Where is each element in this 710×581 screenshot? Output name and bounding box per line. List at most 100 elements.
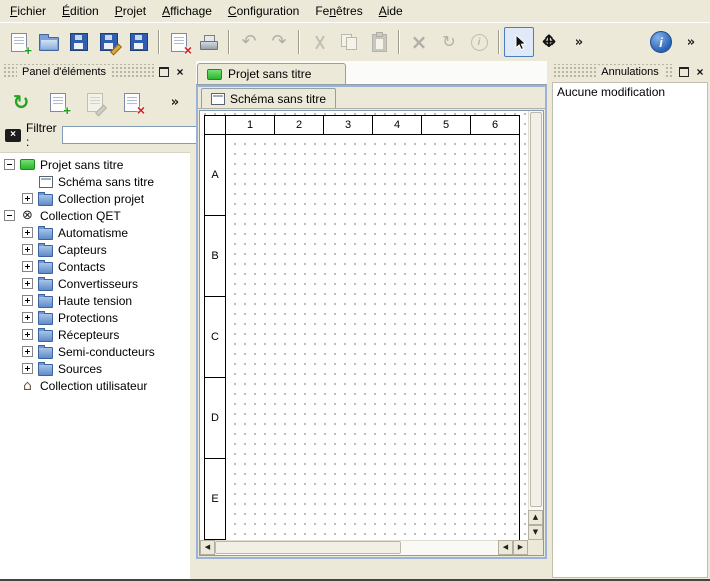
page-pencil-icon	[87, 93, 103, 112]
pan-mode-button[interactable]: ↔↕	[534, 27, 564, 57]
paste-button	[364, 27, 394, 57]
tree-item[interactable]: Contacts	[0, 258, 190, 275]
page-plus-icon: +	[11, 33, 27, 52]
selection-mode-button[interactable]	[504, 27, 534, 57]
elements-panel-titlebar[interactable]: Panel d'éléments ×	[3, 64, 187, 79]
tab-schema[interactable]: Schéma sans titre	[201, 88, 336, 108]
tree-item[interactable]: Récepteurs	[0, 326, 190, 343]
home-icon: ⌂	[19, 379, 36, 393]
move-cross-icon: ↔↕	[540, 33, 558, 51]
delete-element-button[interactable]: ×	[118, 88, 146, 116]
undo-panel-close-button[interactable]: ×	[693, 65, 707, 79]
tree-item[interactable]: Collection projet	[0, 190, 190, 207]
tree-item[interactable]: Haute tension	[0, 292, 190, 309]
help-toolbar-extension-button[interactable]: »	[676, 27, 706, 57]
expand-icon[interactable]	[22, 346, 33, 357]
elements-panel-close-button[interactable]: ×	[173, 65, 187, 79]
undo-panel-titlebar[interactable]: Annulations ×	[553, 64, 707, 79]
about-qet-button[interactable]: i	[646, 27, 676, 57]
close-project-button[interactable]: ×	[164, 27, 194, 57]
expand-icon[interactable]	[22, 278, 33, 289]
floppy-pencil-icon	[100, 33, 118, 51]
open-project-button[interactable]	[34, 27, 64, 57]
new-project-button[interactable]: +	[4, 27, 34, 57]
tree-item[interactable]: ⌂ Collection utilisateur	[0, 377, 190, 394]
info-blue-icon: i	[650, 31, 672, 53]
save-project-button[interactable]	[64, 27, 94, 57]
horizontal-scrollbar[interactable]	[200, 540, 528, 555]
scroll-up-button[interactable]	[528, 510, 543, 525]
page-plus-icon: +	[50, 93, 66, 112]
vertical-scrollbar-thumb[interactable]	[530, 112, 542, 507]
redo-button: ↷	[264, 27, 294, 57]
tree-item[interactable]: Sources	[0, 360, 190, 377]
tree-item[interactable]: ⊗Collection QET	[0, 207, 190, 224]
undo-panel: Annulations × Aucune modification	[550, 61, 710, 579]
menu-projet[interactable]: Projet	[107, 1, 154, 21]
horizontal-scrollbar-thumb[interactable]	[215, 541, 401, 554]
rotate-button: ↻	[434, 27, 464, 57]
expand-icon[interactable]	[22, 244, 33, 255]
expand-icon[interactable]	[22, 363, 33, 374]
scroll-left-button-2[interactable]	[498, 540, 513, 555]
schema-icon	[211, 93, 225, 105]
tab-project[interactable]: Projet sans titre	[197, 63, 346, 84]
menu-fentres[interactable]: Fenêtres	[307, 1, 370, 21]
expand-icon[interactable]	[22, 312, 33, 323]
clear-filter-icon[interactable]: ×	[5, 129, 21, 142]
collapse-icon[interactable]	[4, 210, 15, 221]
schema-view: 123456 ABCDE	[199, 110, 544, 556]
scroll-down-button[interactable]	[528, 525, 543, 540]
menu-affichage[interactable]: Affichage	[154, 1, 220, 21]
column-header: 3	[323, 115, 373, 135]
tree-item-label: Collection utilisateur	[40, 379, 147, 393]
expand-icon[interactable]	[22, 227, 33, 238]
collapse-icon[interactable]	[4, 159, 15, 170]
grid-corner	[204, 115, 226, 135]
menu-dition[interactable]: Édition	[54, 1, 107, 21]
delete-button: ×	[404, 27, 434, 57]
expand-icon[interactable]	[22, 295, 33, 306]
tree-item[interactable]: Automatisme	[0, 224, 190, 241]
tree-item[interactable]: Capteurs	[0, 241, 190, 258]
schema-canvas[interactable]: 123456 ABCDE	[200, 111, 528, 540]
save-all-schemas-button[interactable]	[124, 27, 154, 57]
vertical-scrollbar[interactable]	[528, 111, 543, 540]
new-element-button[interactable]: +	[44, 88, 72, 116]
project-green-icon	[19, 159, 36, 170]
scrollbar-corner	[528, 540, 543, 555]
menu-aide[interactable]: Aide	[371, 1, 411, 21]
row-header: E	[204, 458, 226, 540]
menu-fichier[interactable]: Fichier	[2, 1, 54, 21]
tree-item-label: Convertisseurs	[58, 277, 138, 291]
save-project-as-button[interactable]	[94, 27, 124, 57]
filter-row: × Filtrer :	[0, 124, 190, 152]
expand-icon[interactable]	[22, 329, 33, 340]
row-headers: ABCDE	[204, 134, 226, 540]
scroll-left-button[interactable]	[200, 540, 215, 555]
print-button[interactable]	[194, 27, 224, 57]
elements-panel-float-button[interactable]	[157, 65, 171, 79]
row-header: C	[204, 296, 226, 378]
tree-item-label: Protections	[58, 311, 118, 325]
scroll-right-button[interactable]	[513, 540, 528, 555]
toolbar-extension-button[interactable]: »	[564, 27, 594, 57]
panel-toolbar-extension-button[interactable]: »	[167, 88, 183, 116]
elements-panel-title: Panel d'éléments	[17, 66, 111, 78]
expand-icon[interactable]	[22, 193, 33, 204]
expand-icon[interactable]	[22, 261, 33, 272]
tree-item[interactable]: Projet sans titre	[0, 156, 190, 173]
tree-item-label: Récepteurs	[58, 328, 119, 342]
tree-item[interactable]: Convertisseurs	[0, 275, 190, 292]
tree-item[interactable]: Semi-conducteurs	[0, 343, 190, 360]
undo-list[interactable]: Aucune modification	[552, 82, 708, 578]
undo-empty-text: Aucune modification	[557, 85, 665, 99]
column-header: 4	[372, 115, 422, 135]
close-icon: ×	[176, 66, 183, 78]
tree-item[interactable]: Protections	[0, 309, 190, 326]
folder-blue-icon	[37, 361, 54, 376]
menu-configuration[interactable]: Configuration	[220, 1, 307, 21]
reload-collections-button[interactable]: ↻	[7, 88, 35, 116]
tree-item[interactable]: Schéma sans titre	[0, 173, 190, 190]
undo-panel-float-button[interactable]	[677, 65, 691, 79]
